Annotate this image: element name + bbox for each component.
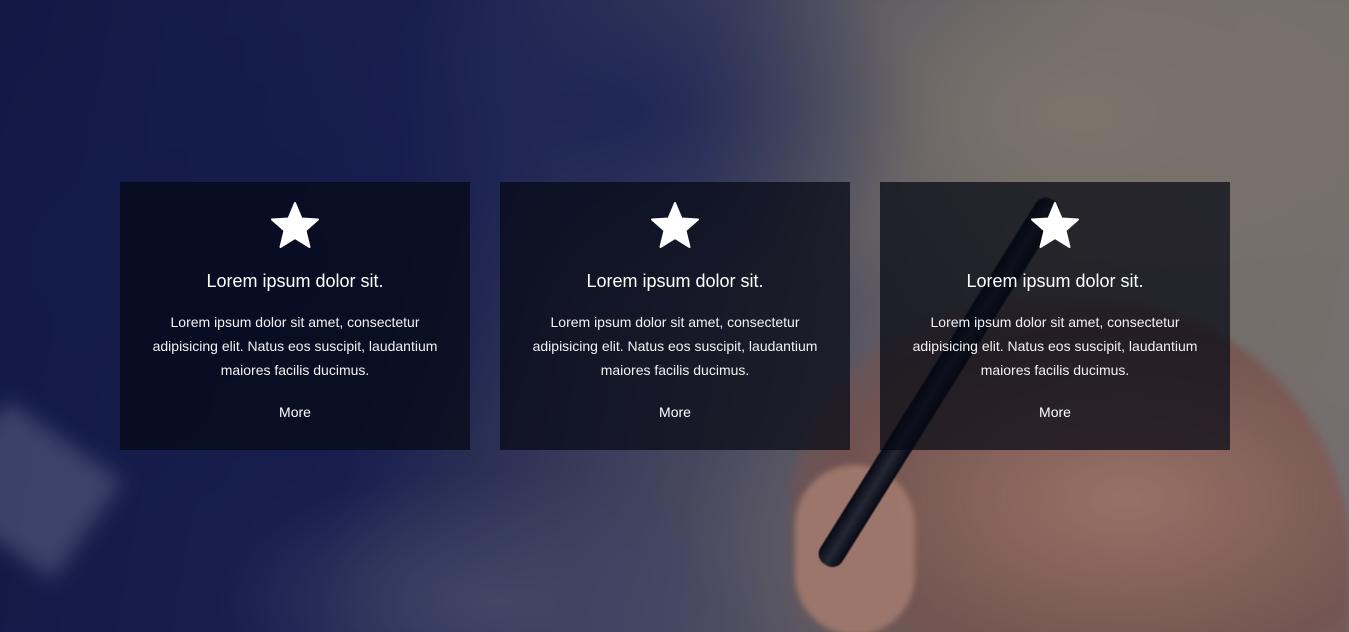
card-text: Lorem ipsum dolor sit amet, consectetur … (152, 314, 438, 378)
card-text: Lorem ipsum dolor sit amet, consectetur … (912, 314, 1198, 378)
card-text: Lorem ipsum dolor sit amet, consectetur … (532, 314, 818, 378)
hero-section: Lorem ipsum dolor sit. Lorem ipsum dolor… (0, 0, 1349, 632)
more-link[interactable]: More (279, 403, 311, 421)
star-icon (651, 202, 699, 248)
more-link[interactable]: More (1039, 403, 1071, 421)
feature-card: Lorem ipsum dolor sit. Lorem ipsum dolor… (120, 182, 470, 450)
feature-card: Lorem ipsum dolor sit. Lorem ipsum dolor… (880, 182, 1230, 450)
card-title: Lorem ipsum dolor sit. (586, 271, 764, 291)
more-link[interactable]: More (659, 403, 691, 421)
star-icon (1031, 202, 1079, 248)
card-title: Lorem ipsum dolor sit. (206, 271, 384, 291)
feature-cards: Lorem ipsum dolor sit. Lorem ipsum dolor… (120, 182, 1230, 450)
card-title: Lorem ipsum dolor sit. (966, 271, 1144, 291)
star-icon (271, 202, 319, 248)
feature-card: Lorem ipsum dolor sit. Lorem ipsum dolor… (500, 182, 850, 450)
